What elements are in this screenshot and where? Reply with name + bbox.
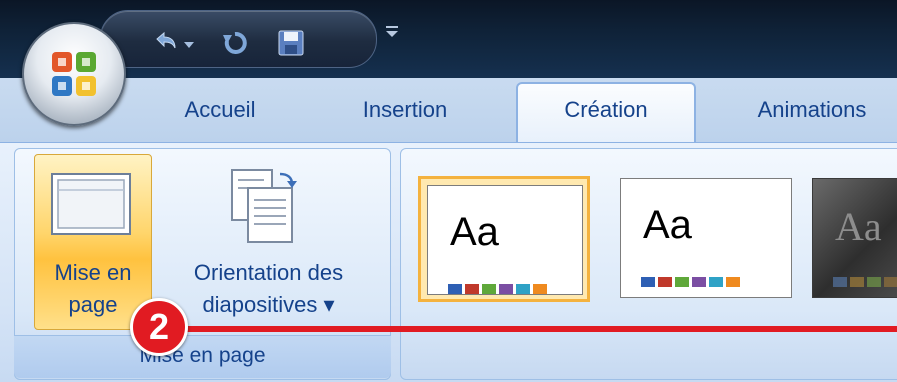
swatch: [533, 284, 547, 294]
callout-line: [178, 326, 897, 332]
theme-sample-text: Aa: [450, 210, 499, 254]
swatch: [884, 277, 897, 287]
swatch: [833, 277, 847, 287]
group-label-mise-en-page: Mise en page: [14, 335, 391, 378]
page-setup-label-1: Mise en: [54, 260, 132, 285]
swatch: [709, 277, 723, 287]
swatch: [516, 284, 530, 294]
tab-accueil[interactable]: Accueil: [165, 92, 275, 128]
swatch: [692, 277, 706, 287]
customize-qat-icon[interactable]: [382, 20, 402, 40]
theme-color-swatches: [833, 277, 897, 287]
undo-dropdown-icon[interactable]: [181, 29, 197, 57]
title-bar: [0, 0, 897, 78]
slide-orientation-label-1: Orientation des: [193, 260, 344, 285]
swatch: [641, 277, 655, 287]
theme-preview-3: Aa: [812, 178, 897, 298]
theme-preview-1: Aa: [427, 185, 583, 295]
tab-animations[interactable]: Animations: [722, 92, 897, 128]
swatch: [675, 277, 689, 287]
theme-thumbnail-2[interactable]: Aa: [614, 176, 792, 302]
tab-creation[interactable]: Création: [526, 92, 686, 128]
swatch: [448, 284, 462, 294]
undo-icon[interactable]: [151, 29, 179, 57]
swatch: [465, 284, 479, 294]
swatch: [499, 284, 513, 294]
office-button[interactable]: [22, 22, 126, 126]
callout-number-badge: 2: [130, 298, 188, 356]
tab-insertion[interactable]: Insertion: [335, 92, 475, 128]
swatch: [482, 284, 496, 294]
theme-sample-text: Aa: [835, 204, 882, 249]
page-setup-icon: [51, 173, 131, 235]
theme-color-swatches: [641, 277, 743, 287]
swatch: [658, 277, 672, 287]
theme-thumbnail-1[interactable]: Aa: [418, 176, 590, 302]
save-icon[interactable]: [277, 29, 305, 57]
quick-access-toolbar: [100, 10, 377, 68]
swatch: [726, 277, 740, 287]
redo-icon[interactable]: [221, 29, 249, 57]
theme-thumbnail-3[interactable]: Aa: [806, 176, 897, 302]
swatch: [867, 277, 881, 287]
slide-orientation-icon: [231, 169, 297, 243]
theme-preview-2: Aa: [620, 178, 792, 298]
powerpoint-window: Accueil Insertion Création Animations Mi…: [0, 0, 897, 382]
slide-orientation-label-2: diapositives ▾: [202, 292, 335, 317]
swatch: [850, 277, 864, 287]
theme-sample-text: Aa: [643, 203, 692, 247]
theme-color-swatches: [448, 284, 550, 294]
office-logo-icon: [52, 52, 96, 96]
